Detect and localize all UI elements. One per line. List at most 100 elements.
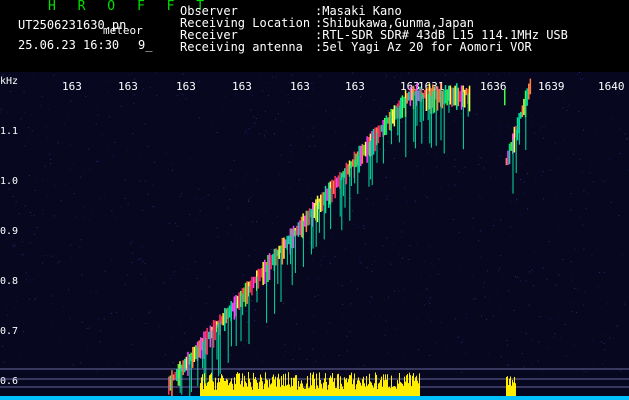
- noise-speck: [623, 303, 625, 305]
- antenna-label: Receiving antenna: [180, 40, 303, 54]
- noise-speck: [399, 262, 401, 264]
- trace-segment: [272, 254, 274, 266]
- noise-speck: [196, 219, 198, 221]
- noise-speck: [498, 308, 500, 310]
- trace-segment: [460, 85, 463, 110]
- trace-segment: [313, 203, 316, 218]
- noise-speck: [96, 161, 97, 163]
- noise-speck: [254, 249, 256, 251]
- noise-speck: [406, 201, 408, 203]
- noise-speck: [461, 372, 463, 373]
- trace-segment: [516, 117, 519, 141]
- noise-speck: [24, 112, 26, 113]
- trace-segment: [425, 88, 428, 111]
- noise-speck: [471, 276, 473, 278]
- noise-speck: [28, 127, 30, 129]
- noise-speck: [373, 203, 375, 205]
- noise-speck: [268, 284, 270, 286]
- trace-segment: [222, 313, 224, 326]
- noise-speck: [357, 266, 359, 268]
- noise-speck: [331, 236, 333, 238]
- noise-speck: [293, 310, 295, 312]
- noise-speck: [217, 236, 219, 238]
- trace-segment: [288, 235, 290, 245]
- noise-speck: [571, 311, 573, 312]
- noise-speck: [259, 74, 261, 76]
- noise-speck: [525, 332, 527, 334]
- noise-speck: [317, 167, 319, 169]
- trace-tail: [370, 140, 372, 180]
- noise-speck: [548, 347, 550, 349]
- noise-speck: [111, 259, 112, 261]
- noise-speck: [194, 261, 196, 263]
- noise-speck: [127, 274, 129, 276]
- noise-speck: [306, 359, 308, 361]
- noise-speck: [210, 121, 212, 123]
- spectrogram: kHz 1.1 1.0 0.9 0.8 0.7 0.6 163 163 163 163 163 163…: [0, 72, 629, 400]
- trace-tail: [302, 220, 304, 267]
- noise-speck: [163, 282, 165, 284]
- noise-speck: [472, 217, 474, 219]
- noise-speck: [145, 341, 147, 343]
- noise-speck: [34, 298, 36, 300]
- yellow-band-column: [332, 373, 333, 400]
- trace-segment: [260, 267, 263, 278]
- noise-speck: [45, 126, 47, 128]
- noise-speck: [385, 320, 387, 322]
- noise-speck: [469, 287, 471, 289]
- noise-speck: [541, 346, 543, 348]
- noise-speck: [59, 338, 61, 340]
- trace-tail: [443, 94, 445, 154]
- trace-segment: [441, 90, 444, 109]
- trace-segment: [307, 210, 309, 226]
- trace-segment: [358, 145, 360, 173]
- noise-speck: [21, 241, 23, 243]
- trace-segment: [395, 105, 397, 120]
- noise-speck: [500, 255, 502, 257]
- noise-speck: [50, 163, 51, 164]
- noise-speck: [29, 298, 31, 300]
- noise-speck: [593, 181, 594, 183]
- noise-speck: [537, 293, 539, 295]
- noise-speck: [229, 199, 231, 201]
- trace-segment: [336, 177, 338, 188]
- noise-speck: [72, 364, 74, 366]
- noise-speck: [235, 236, 237, 238]
- noise-speck: [427, 151, 429, 153]
- noise-speck: [240, 237, 242, 239]
- noise-speck: [549, 169, 551, 171]
- noise-speck: [484, 282, 485, 284]
- noise-speck: [621, 254, 623, 256]
- noise-speck: [350, 303, 352, 305]
- noise-speck: [476, 113, 478, 115]
- noise-speck: [472, 227, 474, 229]
- trace-tail: [294, 230, 296, 273]
- noise-speck: [0, 108, 2, 110]
- yellow-band-column: [319, 372, 320, 400]
- noise-speck: [562, 259, 564, 260]
- noise-speck: [83, 207, 85, 209]
- noise-speck: [30, 211, 31, 213]
- noise-speck: [290, 144, 292, 146]
- noise-speck: [68, 289, 69, 291]
- noise-speck: [489, 301, 490, 303]
- noise-speck: [168, 222, 170, 224]
- noise-speck: [185, 98, 187, 100]
- noise-speck: [346, 350, 348, 352]
- noise-speck: [127, 203, 129, 205]
- noise-speck: [177, 225, 178, 227]
- noise-speck: [127, 149, 129, 151]
- noise-speck: [574, 288, 576, 289]
- trace-segment: [254, 276, 256, 284]
- noise-speck: [425, 261, 427, 263]
- trace-segment: [454, 85, 456, 106]
- noise-speck: [108, 135, 110, 137]
- trace-segment: [331, 179, 333, 203]
- noise-speck: [580, 78, 581, 80]
- noise-speck: [589, 165, 591, 167]
- noise-speck: [205, 303, 207, 305]
- trace-tail: [190, 355, 192, 393]
- trace-segment: [326, 188, 328, 201]
- noise-speck: [618, 215, 620, 216]
- noise-speck: [31, 114, 33, 116]
